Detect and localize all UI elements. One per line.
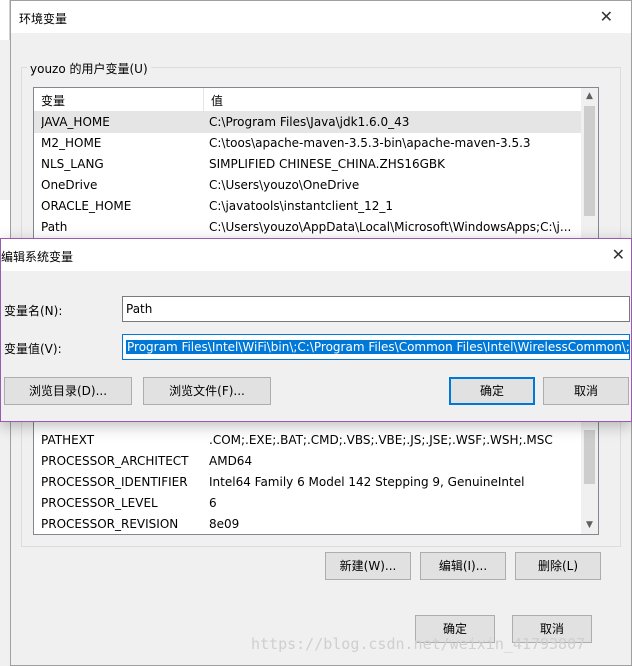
variable-name-label: 变量名(N): [4, 304, 63, 318]
variable-name-cell: ORACLE_HOME [41, 199, 132, 213]
column-header-value[interactable]: 值 [205, 88, 229, 113]
variable-value-cell: C:\javatools\instantclient_12_1 [209, 199, 394, 213]
list-header: 变量 值 [34, 88, 581, 112]
close-icon[interactable]: ✕ [600, 9, 613, 25]
vertical-scrollbar[interactable]: ▲ [581, 88, 598, 240]
table-row[interactable]: PROCESSOR_IDENTIFIER Intel64 Family 6 Mo… [34, 472, 581, 493]
variable-value-cell: 6 [209, 496, 217, 510]
variable-name-cell: NLS_LANG [41, 157, 104, 171]
table-row[interactable]: Path C:\Users\youzo\AppData\Local\Micros… [34, 217, 581, 238]
variable-name-cell: JAVA_HOME [41, 115, 110, 129]
window-title: 环境变量 [19, 12, 68, 26]
variable-name-cell: M2_HOME [41, 136, 102, 150]
scrollbar-thumb[interactable] [584, 106, 595, 216]
browse-directory-button[interactable]: 浏览目录(D)... [4, 377, 132, 405]
cancel-button[interactable]: 取消 [543, 377, 629, 405]
variable-name-cell: PROCESSOR_REVISION [41, 517, 179, 531]
scroll-down-icon[interactable]: ▼ [581, 517, 598, 534]
variable-name-cell: PROCESSOR_LEVEL [41, 496, 158, 510]
variable-name-cell: PATHEXT [41, 433, 95, 447]
table-row[interactable]: ORACLE_HOME C:\javatools\instantclient_1… [34, 196, 581, 217]
dialog-title: 编辑系统变量 [1, 250, 74, 264]
variable-name-input[interactable]: Path [122, 296, 630, 322]
delete-variable-button[interactable]: 删除(L) [515, 552, 601, 580]
background-window-edge [0, 200, 10, 240]
system-variables-list[interactable]: PATHEXT .COM;.EXE;.BAT;.CMD;.VBS;.VBE;.J… [33, 411, 599, 535]
background-window-edge [0, 0, 10, 40]
edit-system-variable-dialog: 编辑系统变量 ✕ 变量名(N): Path 变量值(V): Program Fi… [0, 238, 632, 422]
variable-name-cell: PROCESSOR_ARCHITECT [41, 454, 189, 468]
variable-value-input[interactable]: Program Files\Intel\WiFi\bin\;C:\Program… [122, 334, 630, 360]
user-variables-list[interactable]: 变量 值 JAVA_HOME C:\Program Files\Java\jdk… [33, 87, 599, 241]
table-row[interactable]: PROCESSOR_REVISION 8e09 [34, 514, 581, 534]
close-icon[interactable]: ✕ [612, 247, 625, 263]
variable-value-cell: C:\Program Files\Java\jdk1.6.0_43 [209, 115, 410, 129]
vertical-scrollbar[interactable]: ▼ [581, 412, 598, 534]
edit-variable-button[interactable]: 编辑(I)... [420, 552, 506, 580]
table-row[interactable]: NLS_LANG SIMPLIFIED CHINESE_CHINA.ZHS16G… [34, 154, 581, 175]
table-row[interactable]: PATHEXT .COM;.EXE;.BAT;.CMD;.VBS;.VBE;.J… [34, 430, 581, 451]
table-row[interactable]: M2_HOME C:\toos\apache-maven-3.5.3-bin\a… [34, 133, 581, 154]
variable-value-cell: SIMPLIFIED CHINESE_CHINA.ZHS16GBK [209, 157, 446, 171]
variable-value-cell: 8e09 [209, 517, 240, 531]
scroll-up-icon[interactable]: ▲ [581, 88, 598, 105]
dialog-titlebar: 编辑系统变量 ✕ [1, 239, 631, 271]
table-row[interactable]: JAVA_HOME C:\Program Files\Java\jdk1.6.0… [34, 112, 581, 133]
variable-value-cell: C:\Users\youzo\AppData\Local\Microsoft\W… [209, 220, 572, 234]
table-row[interactable]: PROCESSOR_LEVEL 6 [34, 493, 581, 514]
variable-name-cell: Path [41, 220, 68, 234]
table-row[interactable]: PROCESSOR_ARCHITECT AMD64 [34, 451, 581, 472]
variable-value-cell: .COM;.EXE;.BAT;.CMD;.VBS;.VBE;.JS;.JSE;.… [209, 433, 553, 447]
variable-value-cell: AMD64 [209, 454, 253, 468]
variable-value-cell: C:\toos\apache-maven-3.5.3-bin\apache-ma… [209, 136, 531, 150]
variable-name-cell: OneDrive [41, 178, 98, 192]
new-variable-button[interactable]: 新建(W)... [325, 552, 411, 580]
user-variables-group-label: youzo 的用户变量(U) [27, 60, 151, 77]
watermark: https://blog.csdn.net/weixin_41793807 [251, 635, 586, 653]
scrollbar-thumb[interactable] [584, 430, 595, 484]
window-titlebar: 环境变量 ✕ [11, 1, 631, 33]
ok-button[interactable]: 确定 [449, 377, 535, 405]
selected-text: Program Files\Intel\WiFi\bin\;C:\Program… [126, 340, 630, 354]
column-header-variable[interactable]: 变量 [34, 88, 204, 112]
table-row[interactable]: OneDrive C:\Users\youzo\OneDrive [34, 175, 581, 196]
browse-file-button[interactable]: 浏览文件(F)... [143, 377, 271, 405]
variable-value-cell: Intel64 Family 6 Model 142 Stepping 9, G… [209, 475, 525, 489]
variable-value-cell: C:\Users\youzo\OneDrive [209, 178, 360, 192]
variable-name-cell: PROCESSOR_IDENTIFIER [41, 475, 188, 489]
variable-value-label: 变量值(V): [4, 342, 62, 356]
